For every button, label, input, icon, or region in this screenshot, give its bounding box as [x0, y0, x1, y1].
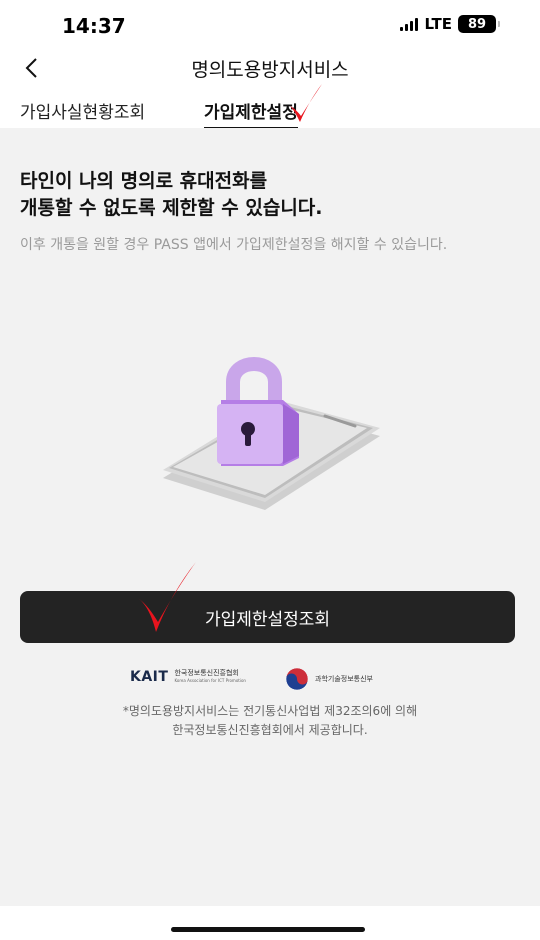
footnote-line-2: 한국정보통신진흥협회에서 제공합니다. — [172, 723, 368, 737]
tab-subscription-restriction[interactable]: 가입제한설정 — [204, 98, 298, 129]
msit-logo: 과학기술정보통신부 — [285, 667, 373, 691]
restriction-inquiry-button[interactable]: 가입제한설정조회 — [20, 591, 515, 643]
msit-name: 과학기술정보통신부 — [315, 675, 373, 683]
footnote: *명의도용방지서비스는 전기통신사업법 제32조의6에 의해 한국정보통신진흥협… — [0, 702, 540, 740]
kait-logo: KAIT 한국정보통신진흥협회 Korea Association for IC… — [130, 669, 246, 685]
restriction-inquiry-label: 가입제한설정조회 — [204, 609, 331, 630]
status-indicators: LTE 89 — [400, 15, 500, 33]
page-title: 명의도용방지서비스 — [191, 59, 349, 81]
battery-icon: 89 — [458, 15, 500, 33]
signal-icon — [400, 17, 419, 31]
status-bar: 14:37 LTE 89 — [0, 0, 540, 50]
headline-line-1: 타인이 나의 명의로 휴대전화를 — [20, 170, 268, 192]
battery-level: 89 — [467, 16, 487, 32]
tab-subscription-status[interactable]: 가입사실현황조회 — [20, 98, 145, 127]
kait-name: 한국정보통신진흥협회 — [174, 669, 239, 677]
home-indicator — [171, 927, 365, 932]
tab-bar: 가입사실현황조회 가입제한설정 — [0, 98, 540, 129]
status-time: 14:37 — [62, 14, 126, 38]
kait-mark: KAIT — [130, 669, 169, 685]
headline: 타인이 나의 명의로 휴대전화를 개통할 수 없도록 제한할 수 있습니다. — [20, 168, 520, 222]
lock-phone-icon — [163, 357, 380, 510]
description: 이후 개통을 원할 경우 PASS 앱에서 가입제한설정을 해지할 수 있습니다… — [20, 237, 448, 253]
taegeuk-icon — [285, 667, 309, 691]
headline-line-2: 개통할 수 없도록 제한할 수 있습니다. — [20, 197, 323, 219]
main-content: 타인이 나의 명의로 휴대전화를 개통할 수 없도록 제한할 수 있습니다. 이… — [0, 128, 540, 906]
kait-english-name: Korea Association for ICT Promotion — [174, 678, 246, 683]
app-header: 명의도용방지서비스 — [0, 50, 540, 90]
footnote-line-1: *명의도용방지서비스는 전기통신사업법 제32조의6에 의해 — [122, 704, 418, 718]
organization-logos: KAIT 한국정보통신진흥협회 Korea Association for IC… — [0, 663, 540, 693]
kait-names: 한국정보통신진흥협회 Korea Association for ICT Pro… — [174, 669, 245, 685]
network-type: LTE — [424, 15, 452, 33]
